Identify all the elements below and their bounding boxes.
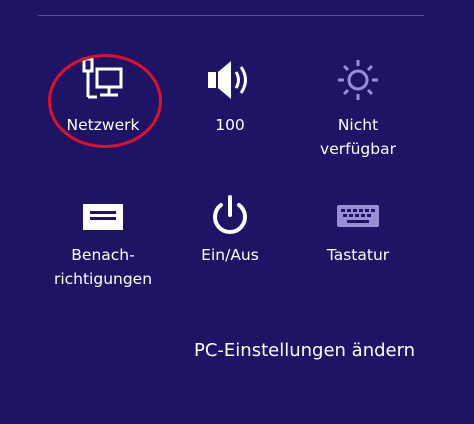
power-label: Ein/Aus <box>201 246 259 264</box>
speaker-icon <box>165 54 295 106</box>
keyboard-icon <box>293 190 423 242</box>
notifications-label-line1: Benach- <box>71 246 135 264</box>
keyboard-label: Tastatur <box>326 246 390 264</box>
brightness-label-line2: verfügbar <box>320 140 396 158</box>
notifications-label-line2: richtigungen <box>53 270 153 288</box>
brightness-label-line1: Nicht <box>337 116 379 134</box>
pc-settings-link[interactable]: PC-Einstellungen ändern <box>194 338 415 364</box>
notifications-tile[interactable]: Benach- richtigungen <box>38 190 168 300</box>
keyboard-tile[interactable]: Tastatur <box>293 190 423 280</box>
notifications-icon <box>38 190 168 242</box>
volume-tile[interactable]: 100 <box>165 52 295 152</box>
brightness-icon <box>293 54 423 106</box>
power-icon <box>165 190 295 242</box>
volume-label: 100 <box>215 116 245 134</box>
power-tile[interactable]: Ein/Aus <box>165 190 295 280</box>
top-divider <box>38 15 424 16</box>
brightness-tile: Nicht verfügbar <box>293 52 423 162</box>
network-highlight-circle <box>48 54 162 148</box>
